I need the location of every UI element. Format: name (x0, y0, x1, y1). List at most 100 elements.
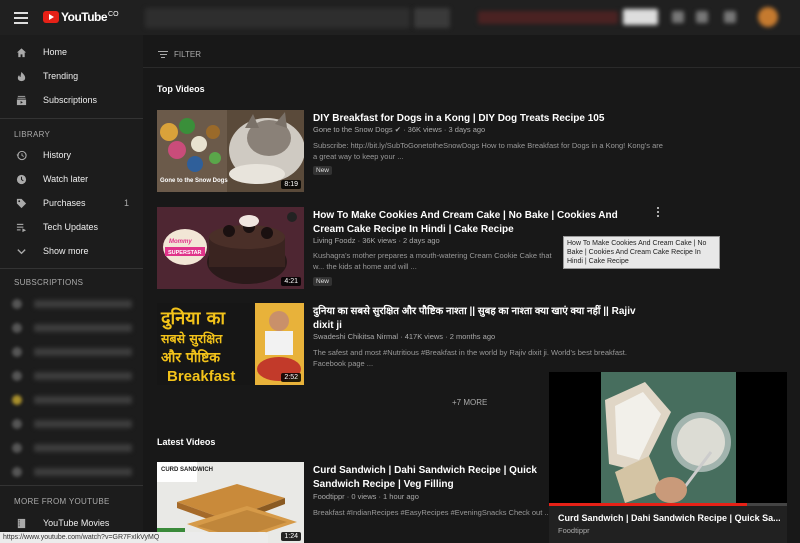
video-description: Breakfast #IndianRecipes #EasyRecipes #E… (313, 508, 551, 517)
sidebar-item-label: YouTube Movies (43, 518, 110, 528)
filter-label: FILTER (174, 50, 201, 59)
divider (143, 67, 800, 68)
video-thumbnail[interactable]: दुनिया का सबसे सुरक्षित और पौष्टिक Break… (157, 303, 304, 385)
video-title[interactable]: Curd Sandwich | Dahi Sandwich Recipe | Q… (313, 464, 553, 492)
sidebar-item-label: Home (43, 47, 68, 57)
more-actions-icon[interactable] (656, 207, 660, 219)
browser-status-url: https://www.youtube.com/watch?v=GR7FxIkV… (0, 532, 268, 543)
svg-text:Mommy: Mommy (169, 239, 192, 245)
sidebar-item-home[interactable]: Home (0, 40, 143, 64)
divider (0, 485, 143, 486)
new-badge: New (313, 277, 333, 286)
flame-icon (17, 71, 26, 81)
sidebar-item-label: Subscriptions (43, 95, 98, 105)
sidebar-item-label: Watch later (43, 174, 89, 184)
latest-videos-title: Latest Videos (157, 437, 216, 447)
video-title[interactable]: दुनिया का सबसे सुरक्षित और पौष्टिक नाश्त… (313, 305, 643, 333)
filter-icon (158, 50, 168, 59)
video-description: Subscribe: http://bit.ly/SubToGonetotheS… (313, 141, 663, 161)
chevron-down-icon (17, 248, 26, 254)
subscription-item[interactable] (12, 346, 132, 358)
subscription-item[interactable] (12, 466, 132, 478)
filter-button[interactable]: FILTER (158, 50, 201, 59)
search-input[interactable] (145, 8, 410, 28)
video-duration: 4:21 (281, 277, 301, 286)
video-duration: 2:52 (281, 373, 301, 382)
logo-text: YouTube (61, 10, 108, 24)
video-duration: 8:19 (281, 180, 301, 189)
sidebar-item-purchases[interactable]: Purchases 1 (0, 191, 143, 215)
mini-player-info[interactable]: Curd Sandwich | Dahi Sandwich Recipe | Q… (549, 506, 787, 543)
messages-icon[interactable] (696, 11, 708, 23)
top-bar-blurred-area (478, 11, 618, 24)
subscription-item[interactable] (12, 418, 132, 430)
video-thumbnail[interactable]: CURD SANDWICH 1:24 (157, 462, 304, 543)
video-item[interactable]: Mommy SUPERSTAR 4:21 How To Make Cookies… (157, 207, 618, 289)
home-icon (16, 47, 27, 57)
video-description: Kushagra's mother prepares a mouth-water… (313, 251, 552, 271)
sidebar-item-subscriptions[interactable]: Subscriptions (0, 88, 143, 112)
create-button[interactable] (623, 9, 658, 25)
video-thumbnail[interactable]: Mommy SUPERSTAR 4:21 (157, 207, 304, 289)
video-meta: Living Foodz · 36K views · 2 days ago (313, 236, 440, 245)
search-button[interactable] (414, 8, 450, 28)
youtube-logo[interactable]: YouTube CO (43, 10, 119, 24)
subscriptions-section-title: SUBSCRIPTIONS (14, 278, 84, 287)
mini-player-channel[interactable]: Foodtippr (558, 526, 590, 535)
subscription-item[interactable] (12, 394, 132, 406)
video-title[interactable]: DIY Breakfast for Dogs in a Kong | DIY D… (313, 112, 633, 126)
apps-icon[interactable] (672, 11, 684, 23)
video-description: The safest and most #Nutritious #Breakfa… (313, 348, 627, 368)
mini-player[interactable]: Curd Sandwich | Dahi Sandwich Recipe | Q… (549, 372, 787, 543)
sidebar-item-history[interactable]: History (0, 143, 143, 167)
sidebar-item-label: Show more (43, 246, 89, 256)
logo-country-code: CO (108, 10, 119, 18)
video-item[interactable]: CURD SANDWICH 1:24 Curd Sandwich | Dahi … (157, 462, 557, 543)
thumbnail-caption: Gone to the Snow Dogs (160, 178, 228, 184)
subscription-item[interactable] (12, 370, 132, 382)
subscription-item[interactable] (12, 442, 132, 454)
video-thumbnail[interactable]: Gone to the Snow Dogs 8:19 (157, 110, 304, 192)
sidebar-item-trending[interactable]: Trending (0, 64, 143, 88)
video-meta: Swadeshi Chikitsa Nirmal · 417K views · … (313, 332, 496, 341)
video-meta: Gone to the Snow Dogs ✔ · 36K views · 3 … (313, 125, 486, 134)
title-tooltip: How To Make Cookies And Cream Cake | No … (563, 236, 720, 269)
top-bar: YouTube CO (0, 0, 800, 35)
video-item[interactable]: दुनिया का सबसे सुरक्षित और पौष्टिक Break… (157, 303, 636, 385)
divider (0, 268, 143, 269)
new-badge: New (313, 166, 333, 175)
clock-icon (16, 174, 27, 184)
video-title[interactable]: How To Make Cookies And Cream Cake | No … (313, 209, 623, 237)
thumbnail-line: Breakfast (167, 368, 235, 385)
thumbnail-line: और पौष्टिक (161, 349, 221, 366)
top-videos-title: Top Videos (157, 84, 205, 94)
sidebar-item-label: Trending (43, 71, 79, 81)
video-item[interactable]: Gone to the Snow Dogs 8:19 DIY Breakfast… (157, 110, 663, 192)
avatar[interactable] (758, 7, 778, 27)
sidebar-item-show-more[interactable]: Show more (0, 239, 143, 263)
thumbnail-line: दुनिया का (160, 307, 226, 330)
film-icon (17, 518, 26, 528)
subscription-item[interactable] (12, 298, 132, 310)
purchases-count: 1 (123, 198, 129, 208)
more-from-youtube-title: MORE FROM YOUTUBE (14, 497, 110, 506)
sidebar-item-tech-updates[interactable]: Tech Updates (0, 215, 143, 239)
sidebar-item-label: Purchases (43, 198, 86, 208)
subscriptions-icon (16, 95, 27, 105)
show-more-videos-button[interactable]: +7 MORE (452, 398, 487, 407)
youtube-play-icon (43, 11, 59, 23)
notifications-icon[interactable] (724, 11, 736, 23)
svg-text:SUPERSTAR: SUPERSTAR (168, 250, 202, 256)
subscription-item[interactable] (12, 322, 132, 334)
mini-player-video[interactable] (601, 372, 736, 503)
playlist-icon (16, 223, 27, 232)
history-icon (16, 150, 27, 160)
library-section-title: LIBRARY (14, 130, 51, 139)
menu-icon[interactable] (14, 12, 28, 24)
tag-icon (16, 198, 27, 208)
mini-player-title[interactable]: Curd Sandwich | Dahi Sandwich Recipe | Q… (558, 513, 780, 523)
video-meta: Foodtippr · 0 views · 1 hour ago (313, 492, 419, 501)
sidebar: Home Trending Subscriptions LIBRARY Hist… (0, 35, 143, 543)
sidebar-item-watch-later[interactable]: Watch later (0, 167, 143, 191)
thumbnail-caption: CURD SANDWICH (161, 467, 213, 473)
